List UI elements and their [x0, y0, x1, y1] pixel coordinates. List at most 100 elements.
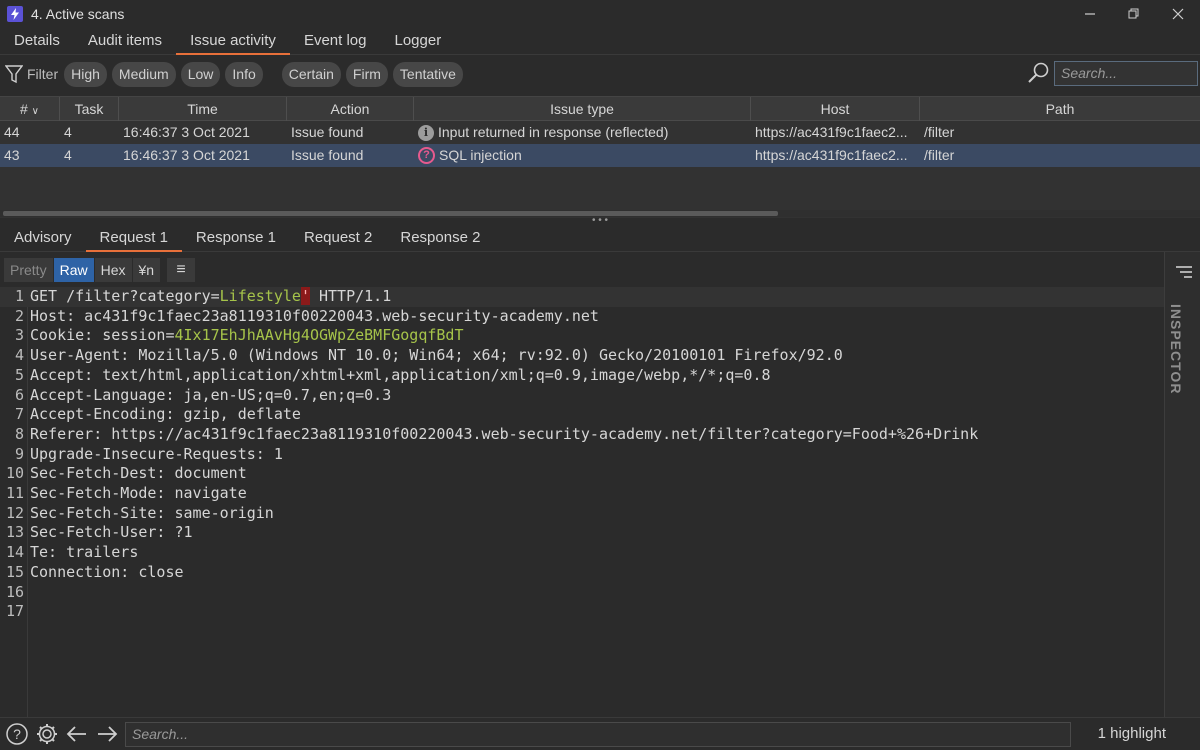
tab-request-2[interactable]: Request 2 — [290, 226, 386, 252]
inspector-label[interactable]: INSPECTOR — [1168, 304, 1184, 394]
tab-logger[interactable]: Logger — [380, 28, 455, 55]
editor-search-input[interactable]: Search... — [125, 722, 1071, 747]
col-path[interactable]: Path — [920, 97, 1200, 121]
cell-time: 16:46:37 3 Oct 2021 — [123, 124, 250, 140]
table-row-selected[interactable]: 43 4 16:46:37 3 Oct 2021 Issue found ? S… — [0, 144, 1200, 167]
cell-action: Issue found — [291, 124, 364, 140]
inspector-panel[interactable]: INSPECTOR — [1164, 252, 1200, 717]
tab-request-1[interactable]: Request 1 — [85, 226, 183, 252]
cell-task: 4 — [64, 124, 72, 140]
tab-response-2[interactable]: Response 2 — [386, 226, 494, 252]
close-icon — [1172, 8, 1184, 20]
cell-issue-type: i Input returned in response (reflected) — [414, 121, 751, 144]
filter-tentative[interactable]: Tentative — [392, 61, 463, 87]
arrow-left-icon[interactable] — [64, 721, 90, 747]
tab-audit-items[interactable]: Audit items — [74, 28, 176, 55]
issue-search-input[interactable]: Search... — [1054, 61, 1198, 86]
tab-issue-activity[interactable]: Issue activity — [176, 28, 290, 55]
filter-medium[interactable]: Medium — [111, 61, 176, 87]
issue-name: Input returned in response (reflected) — [438, 124, 669, 140]
line-number: 12 — [5, 503, 24, 522]
col-issue-type[interactable]: Issue type — [414, 97, 751, 121]
code-line[interactable]: 2 Host: ac431f9c1faec23a8119310f00220043.… — [0, 307, 1164, 327]
code-line[interactable]: 11 Sec-Fetch-Mode: navigate — [0, 484, 1164, 504]
arrow-right-icon[interactable] — [94, 721, 120, 747]
settings-gear-icon[interactable] — [34, 721, 60, 747]
code-line[interactable]: 13 Sec-Fetch-User: ?1 — [0, 523, 1164, 543]
line-number: 5 — [14, 365, 24, 384]
col-action[interactable]: Action — [287, 97, 414, 121]
tab-response-1[interactable]: Response 1 — [182, 226, 290, 252]
window-title: 4. Active scans — [31, 6, 125, 22]
code-line[interactable]: 5 Accept: text/html,application/xhtml+xml… — [0, 366, 1164, 386]
newline-toggle[interactable]: ¥n — [132, 258, 161, 282]
cell-time: 16:46:37 3 Oct 2021 — [123, 147, 250, 163]
line-number: 15 — [5, 562, 24, 581]
filter-bar: Filter High Medium Low Info Certain Firm… — [0, 58, 1200, 90]
filter-high[interactable]: High — [64, 61, 107, 87]
raw-button[interactable]: Raw — [53, 258, 94, 282]
lightning-icon — [7, 6, 23, 22]
code-line[interactable]: 15 Connection: close — [0, 563, 1164, 583]
cell-path: /filter — [924, 124, 955, 140]
line-number: 14 — [5, 543, 24, 562]
line-number: 1 — [14, 287, 24, 305]
scrollbar-thumb[interactable] — [3, 211, 778, 216]
inspector-menu-icon[interactable] — [1174, 264, 1194, 280]
filter-icon[interactable] — [5, 64, 23, 84]
cell-number: 43 — [4, 147, 20, 163]
restore-button[interactable] — [1112, 0, 1156, 28]
code-line[interactable]: 4 User-Agent: Mozilla/5.0 (Windows NT 10.… — [0, 346, 1164, 366]
code-line[interactable]: 8 Referer: https://ac431f9c1faec23a811931… — [0, 425, 1164, 445]
pretty-button[interactable]: Pretty — [4, 258, 53, 282]
table-row[interactable]: 44 4 16:46:37 3 Oct 2021 Issue found i I… — [0, 121, 1200, 144]
minimize-button[interactable] — [1068, 0, 1112, 28]
cell-task: 4 — [64, 147, 72, 163]
col-time[interactable]: Time — [119, 97, 287, 121]
issue-table: # ∨ Task Time Action Issue type Host Pat… — [0, 96, 1200, 218]
editor-menu-icon[interactable]: ≡ — [167, 258, 196, 282]
line-number: 17 — [5, 602, 24, 621]
cell-issue-type: ? SQL injection — [414, 144, 751, 167]
code-line[interactable]: 1 GET /filter?category=Lifestyle' HTTP/1.… — [0, 287, 1164, 307]
top-tab-bar: Details Audit items Issue activity Event… — [0, 28, 1200, 55]
code-line[interactable]: 10 Sec-Fetch-Dest: document — [0, 464, 1164, 484]
filter-firm[interactable]: Firm — [345, 61, 388, 87]
close-button[interactable] — [1156, 0, 1200, 28]
col-number[interactable]: # ∨ — [0, 97, 60, 121]
tab-advisory[interactable]: Advisory — [0, 226, 86, 252]
code-line[interactable]: 16 — [0, 583, 1164, 603]
param-value: Lifestyle — [219, 287, 301, 305]
hex-button[interactable]: Hex — [94, 258, 132, 282]
editor-toolbar: Pretty Raw Hex ¥n ≡ — [0, 256, 1164, 284]
code-line[interactable]: 17 — [0, 602, 1164, 622]
col-host[interactable]: Host — [751, 97, 920, 121]
code-line[interactable]: 3 Cookie: session=4Ix17EhJhAAvHg4OGWpZeBM… — [0, 326, 1164, 346]
tab-event-log[interactable]: Event log — [290, 28, 381, 55]
info-icon: i — [418, 124, 434, 141]
code-line[interactable]: 9 Upgrade-Insecure-Requests: 1 — [0, 445, 1164, 465]
title-bar: 4. Active scans — [0, 0, 1200, 28]
line-number: 7 — [14, 405, 24, 424]
col-task[interactable]: Task — [60, 97, 119, 121]
search-icon — [1028, 62, 1049, 83]
line-number: 9 — [14, 444, 24, 463]
code-line[interactable]: 12 Sec-Fetch-Site: same-origin — [0, 504, 1164, 524]
cell-path: /filter — [924, 147, 955, 163]
line-number: 10 — [5, 464, 24, 483]
filter-low[interactable]: Low — [180, 61, 221, 87]
line-number: 11 — [5, 484, 24, 502]
status-bar: ? Search... 1 highlight — [0, 717, 1200, 750]
filter-label[interactable]: Filter — [27, 66, 58, 82]
request-editor[interactable]: 1 GET /filter?category=Lifestyle' HTTP/1.… — [0, 287, 1164, 717]
help-icon[interactable]: ? — [4, 721, 30, 747]
code-line[interactable]: 14 Te: trailers — [0, 543, 1164, 563]
cell-number: 44 — [4, 124, 20, 140]
filter-certain[interactable]: Certain — [281, 61, 341, 87]
pane-splitter[interactable]: • • • — [0, 216, 1200, 226]
filter-info[interactable]: Info — [225, 61, 263, 87]
code-line[interactable]: 7 Accept-Encoding: gzip, deflate — [0, 405, 1164, 425]
issue-name: SQL injection — [439, 147, 522, 163]
tab-details[interactable]: Details — [0, 28, 74, 55]
code-line[interactable]: 6 Accept-Language: ja,en-US;q=0.7,en;q=0.… — [0, 386, 1164, 406]
